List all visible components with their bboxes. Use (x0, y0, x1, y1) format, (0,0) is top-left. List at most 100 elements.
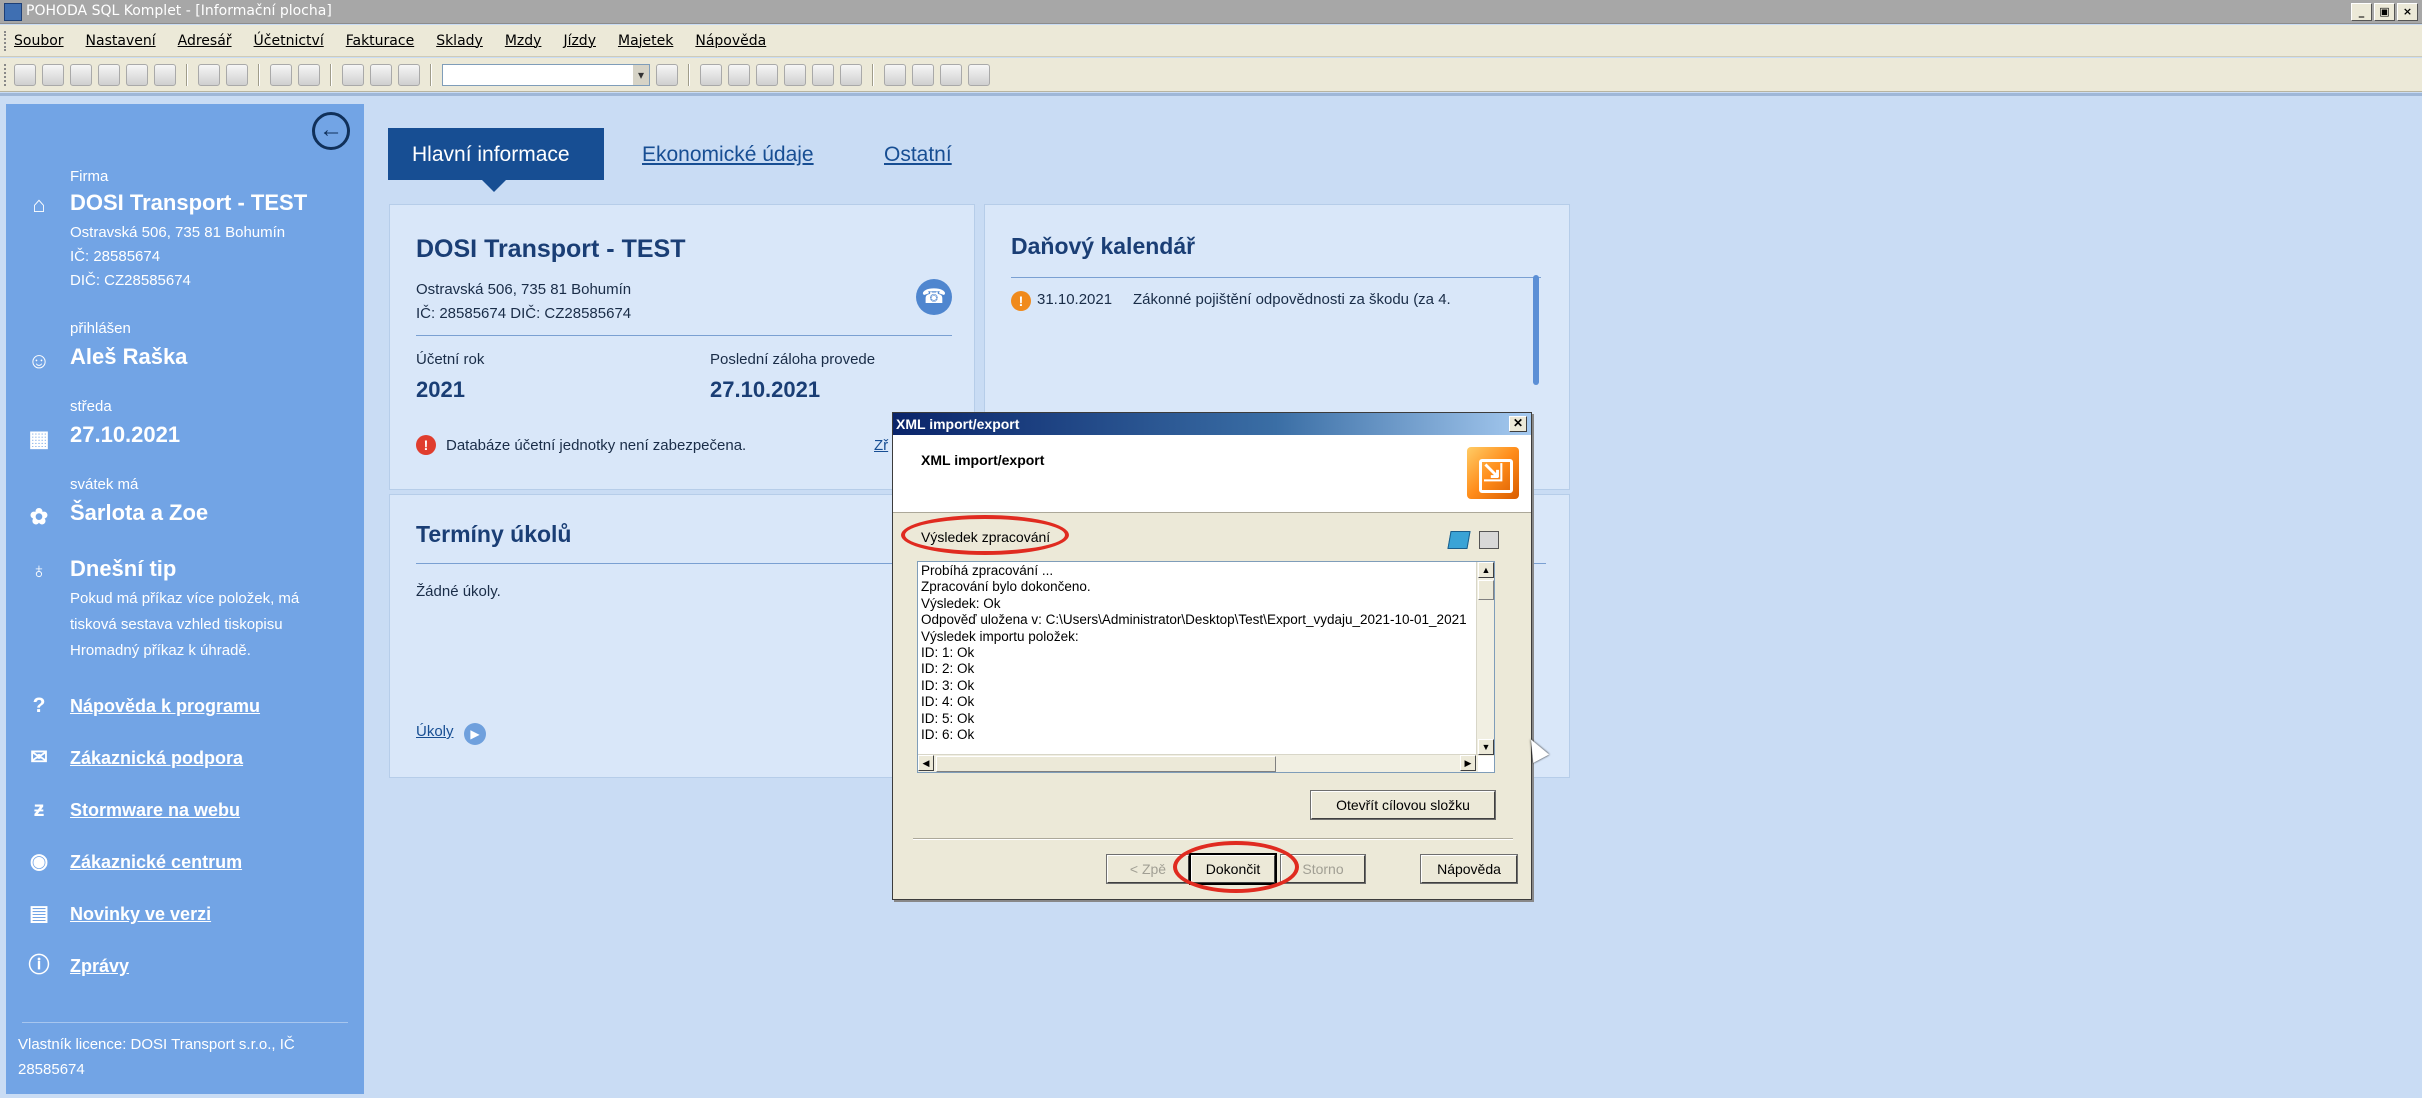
link-help[interactable]: ? Nápověda k programu (6, 691, 364, 721)
arrow-right-icon[interactable]: ▶ (464, 723, 486, 745)
agenda-icon[interactable] (14, 63, 36, 86)
company-address: Ostravská 506, 735 81 Bohumín (70, 224, 286, 241)
tax-calendar-scrollbar[interactable] (1533, 275, 1539, 385)
scroll-left-icon[interactable]: ◀ (918, 755, 934, 771)
copy-icon[interactable] (398, 63, 420, 86)
filter-icon[interactable] (656, 63, 678, 86)
menu-grip[interactable] (4, 31, 7, 51)
link-support[interactable]: ✉ Zákaznická podpora (6, 743, 364, 773)
menu-napoveda[interactable]: Nápověda (695, 33, 766, 49)
print-icon[interactable] (1479, 531, 1499, 549)
log-vscroll-thumb[interactable] (1478, 580, 1494, 600)
sidebar: ← ⌂ Firma DOSI Transport - TEST Ostravsk… (6, 104, 364, 1094)
sidebar-divider (22, 1022, 348, 1023)
last-backup-label: Poslední záloha provede (710, 351, 876, 368)
message-icon[interactable] (884, 63, 906, 86)
highlight-oval (1173, 841, 1299, 893)
save-all-icon[interactable] (370, 63, 392, 86)
tab-economic[interactable]: Ekonomické údaje (642, 128, 814, 180)
folder-icon[interactable] (700, 63, 722, 86)
calculator-icon[interactable] (784, 63, 806, 86)
firma-label: Firma (70, 168, 109, 185)
company-ic: IČ: 28585674 (70, 248, 161, 265)
list-icon[interactable] (912, 63, 934, 86)
scroll-right-icon[interactable]: ▶ (1460, 755, 1476, 771)
tax-calendar-rule (1011, 277, 1541, 278)
coins-icon[interactable] (812, 63, 834, 86)
current-date: 27.10.2021 (70, 422, 181, 447)
filter-combo[interactable] (442, 63, 650, 86)
tools-icon[interactable] (42, 63, 64, 86)
window-icon[interactable] (940, 63, 962, 86)
link-messages-label[interactable]: Zprávy (70, 956, 129, 977)
log-line: ID: 3: Ok (921, 677, 975, 693)
document-icon[interactable] (198, 63, 220, 86)
menu-ucetnictvi[interactable]: Účetnictví (254, 33, 324, 49)
menu-sklady[interactable]: Sklady (436, 33, 483, 49)
toolbar-separator (330, 63, 332, 86)
log-line: Zpracování bylo dokončeno. (921, 579, 1091, 595)
menu-majetek[interactable]: Majetek (618, 33, 673, 49)
user-label: přihlášen (70, 320, 131, 337)
link-messages[interactable]: ⓘ Zprávy (6, 951, 364, 981)
last-backup-date: 27.10.2021 (710, 377, 821, 402)
pohoda-app-icon[interactable] (4, 3, 22, 21)
restore-button[interactable]: ▣ (2374, 3, 2395, 21)
link-help-label[interactable]: Nápověda k programu (70, 696, 260, 717)
newspaper-icon: ▤ (29, 902, 49, 925)
toolbar-grip[interactable] (4, 64, 7, 86)
xml-import-export-dialog: XML import/export ✕ XML import/export Vý… (892, 412, 1532, 900)
link-support-label[interactable]: Zákaznická podpora (70, 748, 243, 769)
company-panel-title: DOSI Transport - TEST (416, 235, 686, 263)
link-icon[interactable] (728, 63, 750, 86)
scroll-up-icon[interactable]: ▲ (1478, 562, 1494, 578)
iban-icon[interactable] (840, 63, 862, 86)
menu-adresar[interactable]: Adresář (178, 33, 232, 49)
menu-mzdy[interactable]: Mzdy (505, 33, 542, 49)
phone-icon[interactable]: ☎ (916, 279, 952, 315)
save-icon[interactable] (342, 63, 364, 86)
company-panel-ids: IČ: 28585674 DIČ: CZ28585674 (416, 305, 632, 322)
minimize-button[interactable]: _ (2351, 3, 2372, 21)
tab-main-info[interactable]: Hlavní informace (388, 128, 604, 192)
check-icon[interactable] (226, 63, 248, 86)
reports-icon[interactable] (126, 63, 148, 86)
settings-icon[interactable] (298, 63, 320, 86)
menu-nastaveni[interactable]: Nastavení (86, 33, 156, 49)
link-news-label[interactable]: Novinky ve verzi (70, 904, 211, 925)
print-setup-icon[interactable] (154, 63, 176, 86)
link-customer-center[interactable]: ◉ Zákaznické centrum (6, 847, 364, 877)
alert-icon: ! (1011, 291, 1031, 311)
company-panel-rule (416, 335, 952, 336)
dialog-close-icon[interactable]: ✕ (1509, 416, 1527, 432)
print-icon[interactable] (70, 63, 92, 86)
link-news[interactable]: ▤ Novinky ve verzi (6, 899, 364, 929)
log-hscroll-thumb[interactable] (936, 756, 1276, 772)
link-customer-center-label[interactable]: Zákaznické centrum (70, 852, 242, 873)
back-arrow-icon[interactable] (270, 63, 292, 86)
calendar-icon: ▦ (28, 426, 50, 451)
toolbar-separator (186, 63, 188, 86)
link-stormware-label[interactable]: Stormware na webu (70, 800, 240, 821)
menu-fakturace[interactable]: Fakturace (346, 33, 414, 49)
preview-icon[interactable] (98, 63, 120, 86)
toolbar-separator (430, 63, 432, 86)
tasks-link[interactable]: Úkoly (416, 723, 454, 740)
open-folder-button[interactable]: Otevřít cílovou složku (1310, 790, 1496, 820)
log-horizontal-scrollbar[interactable]: ◀ ▶ (918, 754, 1478, 772)
flower-icon: ✿ (29, 504, 49, 529)
table-icon[interactable] (756, 63, 778, 86)
close-button[interactable]: × (2397, 3, 2418, 21)
secure-link[interactable]: Zř (874, 437, 888, 454)
log-vertical-scrollbar[interactable]: ▲ ▼ (1476, 562, 1494, 756)
copy-icon[interactable] (1447, 531, 1471, 549)
collapse-sidebar-icon[interactable]: ← (312, 112, 350, 150)
result-log[interactable]: Probíhá zpracování ... Zpracování bylo d… (917, 561, 1495, 773)
menu-jizdy[interactable]: Jízdy (563, 33, 596, 49)
menu-soubor[interactable]: Soubor (14, 33, 64, 49)
help-icon[interactable] (968, 63, 990, 86)
help-button[interactable]: Nápověda (1420, 854, 1518, 884)
link-stormware[interactable]: ƶ Stormware na webu (6, 795, 364, 825)
scroll-down-icon[interactable]: ▼ (1478, 739, 1494, 755)
tab-other[interactable]: Ostatní (884, 128, 952, 180)
